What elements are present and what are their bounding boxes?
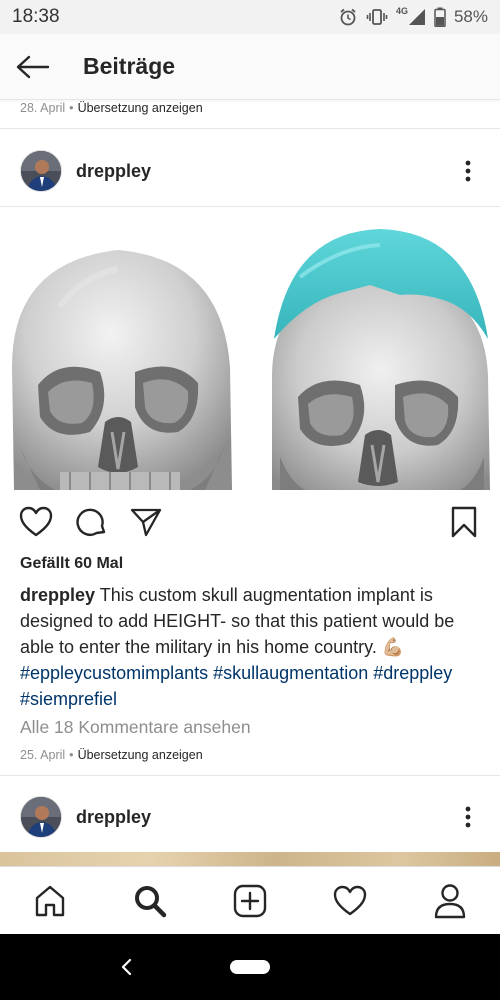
signal-icon [408, 8, 426, 26]
heart-icon [19, 506, 53, 537]
nav-home[interactable] [30, 881, 70, 921]
new-post-icon [233, 884, 267, 918]
status-bar: 18:38 4G 58% [0, 0, 500, 34]
post-header: dreppley [0, 139, 500, 203]
vibrate-icon [366, 7, 388, 27]
likes-count[interactable]: Gefällt 60 Mal [20, 555, 123, 573]
status-icons: 4G 58% [338, 6, 488, 27]
post-date: 28. April [20, 101, 66, 115]
like-button[interactable] [18, 504, 54, 540]
alarm-icon [338, 7, 358, 27]
next-post-header: dreppley [0, 785, 500, 849]
post-date: 25. April [20, 748, 66, 762]
meta-separator: • [69, 748, 74, 762]
status-time: 18:38 [12, 6, 60, 27]
comment-button[interactable] [74, 504, 110, 540]
bookmark-icon [451, 506, 477, 538]
battery-icon [434, 7, 446, 27]
skull-image-left [12, 250, 232, 490]
more-vertical-icon [465, 806, 471, 828]
save-button[interactable] [446, 504, 482, 540]
send-icon [130, 508, 162, 537]
app-header: Beiträge [0, 34, 500, 100]
post-divider [0, 128, 500, 129]
activity-heart-icon [333, 885, 367, 916]
skull-image-right-with-implant [272, 229, 490, 490]
network-type: 4G [395, 6, 408, 16]
page-title: Beiträge [83, 53, 176, 79]
system-nav-bar [0, 934, 500, 1000]
more-options-button[interactable] [456, 151, 480, 191]
next-post-image[interactable] [0, 852, 500, 866]
avatar-photo [21, 151, 61, 191]
translate-link[interactable]: Übersetzung anzeigen [78, 748, 203, 762]
share-button[interactable] [128, 504, 164, 540]
next-post-username[interactable]: dreppley [76, 807, 151, 828]
avatar[interactable] [20, 150, 62, 192]
nav-activity[interactable] [330, 881, 370, 921]
hashtag-link[interactable]: #dreppley [373, 663, 452, 683]
post-meta: 25. April • Übersetzung anzeigen [20, 748, 203, 762]
hashtag-link[interactable]: #siemprefiel [20, 689, 117, 709]
previous-post-meta: 28. April • Übersetzung anzeigen [20, 101, 203, 115]
avatar-photo [21, 797, 61, 837]
nav-search[interactable] [130, 881, 170, 921]
arrow-left-icon [16, 55, 50, 78]
bottom-nav [0, 866, 500, 934]
system-back-button[interactable] [114, 954, 138, 980]
avatar[interactable] [20, 796, 62, 838]
nav-profile[interactable] [430, 881, 470, 921]
chevron-left-icon [121, 958, 132, 976]
hashtag-link[interactable]: #eppleycustomimplants [20, 663, 208, 683]
post-caption: dreppley This custom skull augmentation … [20, 582, 480, 712]
back-button[interactable] [0, 34, 66, 100]
home-icon [35, 885, 65, 917]
caption-username[interactable]: dreppley [20, 585, 95, 605]
nav-new-post[interactable] [230, 881, 270, 921]
comment-icon [76, 508, 106, 536]
more-options-button[interactable] [456, 797, 480, 837]
profile-icon [434, 884, 466, 919]
post-actions [0, 500, 500, 546]
caption-emoji: 💪🏼 [381, 637, 405, 657]
meta-separator: • [69, 101, 74, 115]
hashtag-link[interactable]: #skullaugmentation [213, 663, 368, 683]
search-icon [135, 886, 167, 918]
post-divider [0, 775, 500, 776]
more-vertical-icon [465, 160, 471, 182]
system-home-button[interactable] [230, 960, 270, 974]
battery-percent: 58% [453, 7, 488, 26]
post-image[interactable] [0, 207, 500, 490]
post-username[interactable]: dreppley [76, 161, 151, 182]
view-comments-link[interactable]: Alle 18 Kommentare ansehen [20, 717, 251, 738]
translate-link[interactable]: Übersetzung anzeigen [78, 101, 203, 115]
